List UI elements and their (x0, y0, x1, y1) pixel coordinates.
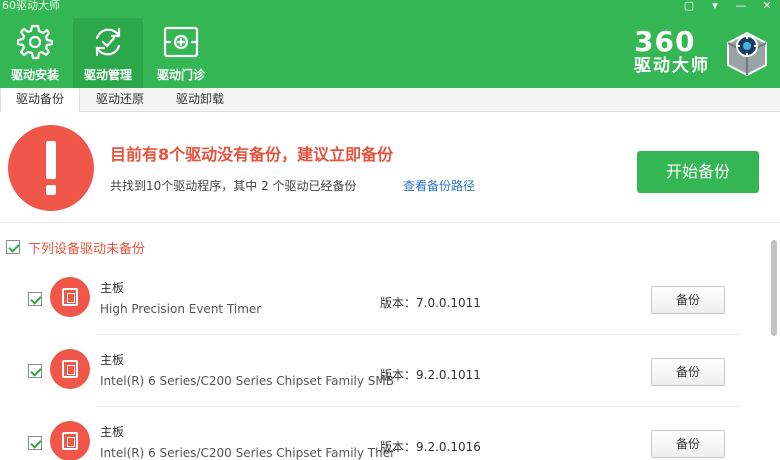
scrollbar-thumb[interactable] (771, 240, 777, 336)
app-header: 60驱动大师 ▢ ▾ — ✕ 驱动安装 驱动管理 驱动门诊 360 驱动大师 (0, 0, 780, 88)
warning-icon (8, 125, 94, 211)
device-name: 主板 (100, 425, 125, 439)
backup-alert-panel: 目前有8个驱动没有备份，建议立即备份 共找到10个驱动程序，其中 2 个驱动已经… (0, 113, 780, 223)
backup-button[interactable]: 备份 (651, 358, 725, 386)
device-name: 主板 (100, 353, 125, 367)
device-checkbox[interactable] (28, 364, 42, 378)
logo-number: 360 (634, 25, 696, 58)
start-backup-button[interactable]: 开始备份 (637, 151, 759, 193)
alert-title: 目前有8个驱动没有备份，建议立即备份 (110, 145, 394, 164)
medical-kit-icon (163, 26, 199, 58)
device-row: 主板 Intel(R) 6 Series/C200 Series Chipset… (0, 406, 760, 460)
window-title: 60驱动大师 (2, 0, 60, 12)
window-controls: ▢ ▾ — ✕ (676, 0, 780, 14)
device-checkbox[interactable] (28, 436, 42, 450)
menu-dropdown-icon[interactable]: ▾ (702, 0, 728, 14)
tab-driver-restore[interactable]: 驱动还原 (80, 88, 160, 112)
device-row: 主板 High Precision Event Timer 版本：7.0.0.1… (0, 262, 760, 335)
nav-driver-install[interactable]: 驱动安装 (0, 18, 70, 88)
main-nav: 驱动安装 驱动管理 驱动门诊 (0, 18, 219, 88)
motherboard-icon (50, 421, 90, 460)
app-logo: 360 驱动大师 (632, 28, 774, 80)
section-label: 下列设备驱动未备份 (28, 241, 146, 257)
device-row: 主板 Intel(R) 6 Series/C200 Series Chipset… (0, 334, 760, 407)
device-name: 主板 (100, 281, 125, 295)
view-backup-path-link[interactable]: 查看备份路径 (403, 177, 475, 194)
refresh-icon (95, 27, 121, 57)
nav-driver-manage[interactable]: 驱动管理 (73, 18, 143, 88)
nav-label: 驱动安装 (10, 68, 59, 82)
tab-driver-backup[interactable]: 驱动备份 (0, 88, 80, 112)
device-description: High Precision Event Timer (100, 302, 262, 316)
gear-icon (17, 24, 53, 60)
driver-master-logo-icon (727, 31, 767, 77)
motherboard-icon (50, 277, 90, 317)
minimize-icon[interactable]: — (728, 0, 754, 14)
device-version: 版本：7.0.0.1011 (380, 296, 481, 310)
device-description: Intel(R) 6 Series/C200 Series Chipset Fa… (100, 374, 395, 388)
nav-label: 驱动门诊 (156, 68, 205, 82)
logo-name: 驱动大师 (634, 56, 710, 76)
select-all-checkbox[interactable] (6, 240, 20, 254)
device-description: Intel(R) 6 Series/C200 Series Chipset Fa… (100, 446, 396, 460)
nav-label: 驱动管理 (83, 68, 132, 82)
backup-button[interactable]: 备份 (651, 286, 725, 314)
alert-subtitle: 共找到10个驱动程序，其中 2 个驱动已经备份 (110, 179, 357, 193)
tab-driver-uninstall[interactable]: 驱动卸载 (160, 88, 240, 112)
device-version: 版本：9.2.0.1011 (380, 368, 481, 382)
sub-tabs: 驱动备份 驱动还原 驱动卸载 (0, 88, 780, 112)
feedback-icon[interactable]: ▢ (676, 0, 702, 14)
section-header: 下列设备驱动未备份 (6, 239, 146, 257)
motherboard-icon (50, 349, 90, 389)
device-checkbox[interactable] (28, 292, 42, 306)
device-list-panel: 下列设备驱动未备份 主板 High Precision Event Timer … (0, 224, 780, 460)
nav-driver-clinic[interactable]: 驱动门诊 (146, 18, 216, 88)
backup-button[interactable]: 备份 (651, 430, 725, 458)
close-icon[interactable]: ✕ (754, 0, 780, 14)
device-version: 版本：9.2.0.1016 (380, 440, 481, 454)
